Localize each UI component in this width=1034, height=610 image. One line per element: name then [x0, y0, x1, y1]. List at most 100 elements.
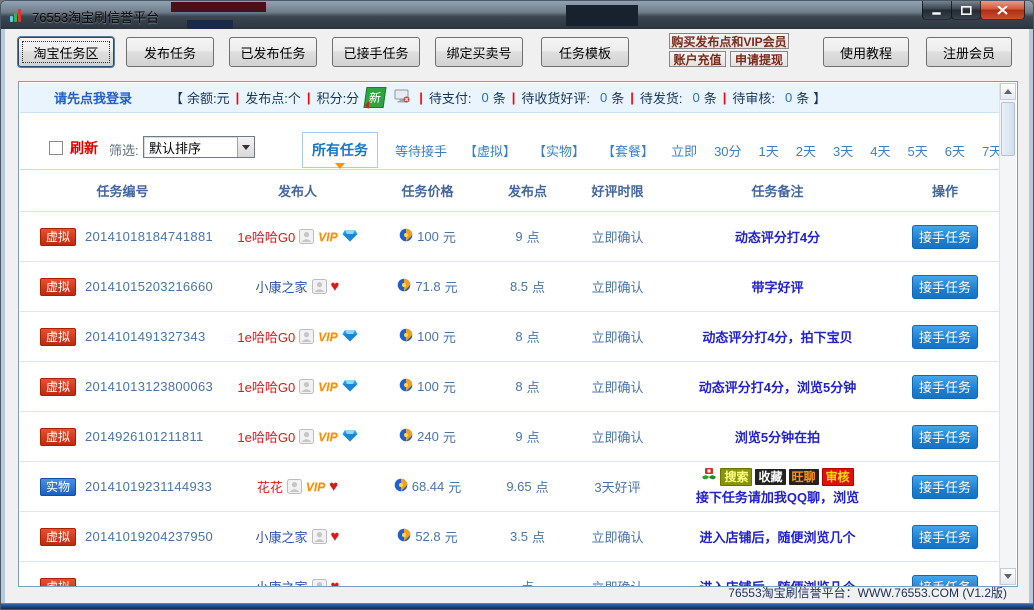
minimize-button[interactable] [922, 1, 952, 20]
action-cell: 接手任务 [890, 325, 1000, 349]
task-remark: 带字好评 [751, 277, 803, 296]
scrollbar-thumb[interactable] [1001, 102, 1015, 156]
points-unit: 点 [536, 477, 549, 496]
take-task-button[interactable]: 接手任务 [912, 425, 978, 449]
scroll-down-arrow[interactable] [1000, 568, 1016, 585]
counter-value: 0 [779, 90, 792, 105]
refresh-checkbox[interactable] [49, 141, 63, 155]
toolbar-button[interactable]: 任务模板 [541, 37, 629, 67]
deadline-cell: 3天好评 [570, 477, 665, 496]
task-tab[interactable]: 【实物】 [533, 141, 585, 160]
task-tab[interactable]: 4天 [870, 141, 890, 160]
action-cell: 接手任务 [890, 475, 1000, 499]
task-tab[interactable]: 立即 [671, 141, 697, 160]
window-controls [923, 1, 1025, 20]
task-tab[interactable]: 30分 [714, 141, 741, 160]
deadline-value: 立即确认 [591, 327, 643, 346]
diamond-icon [342, 329, 358, 345]
price-value: 68.44 [412, 479, 445, 494]
action-cell: 接手任务 [890, 275, 1000, 299]
redaction-block [566, 5, 638, 26]
counter-unit: 条 [704, 88, 717, 107]
computer-icon[interactable] [394, 89, 410, 106]
task-tab[interactable]: 2天 [796, 141, 816, 160]
task-tab[interactable]: 6天 [945, 141, 965, 160]
take-task-button[interactable]: 接手任务 [912, 375, 978, 399]
take-task-button[interactable]: 接手任务 [912, 275, 978, 299]
tab-all-tasks-active[interactable]: 所有任务 [302, 132, 378, 168]
avatar-icon[interactable] [299, 429, 314, 444]
toolbar-button[interactable]: 注册会员 [926, 37, 1012, 67]
vertical-scrollbar[interactable] [999, 83, 1016, 585]
task-tab[interactable]: 3天 [833, 141, 853, 160]
title-bar: 76553淘宝刷信誉平台 [1, 1, 1033, 29]
points-cell: 9点 [485, 427, 570, 446]
remark-badges: 搜索收藏旺聊审核 [701, 467, 853, 488]
task-id-cell: 实物20141019231144933 [20, 478, 225, 496]
task-tab[interactable]: 5天 [907, 141, 927, 160]
heart-icon: ♥ [331, 529, 340, 544]
deadline-cell: 立即确认 [570, 527, 665, 546]
task-type-badge: 虚拟 [40, 228, 76, 246]
task-tab[interactable]: 1天 [759, 141, 779, 160]
task-tab[interactable]: 【虚拟】 [464, 141, 516, 160]
remark-badge: 收藏 [755, 469, 785, 485]
avatar-icon[interactable] [287, 479, 302, 494]
toolbar-button[interactable]: 已发布任务 [229, 37, 317, 67]
chevron-down-icon[interactable] [237, 137, 254, 157]
login-link[interactable]: 请先点我登录 [54, 88, 132, 107]
price-value: 100 [417, 379, 439, 394]
avatar-icon[interactable] [312, 279, 327, 294]
avatar-icon[interactable] [299, 329, 314, 344]
task-id: 2014926101211811 [85, 429, 204, 444]
toolbar-button[interactable]: 已接手任务 [332, 37, 420, 67]
toolbar-button[interactable]: 使用教程 [823, 37, 909, 67]
price-unit: 元 [443, 377, 456, 396]
app-window: 76553淘宝刷信誉平台 淘宝任务区发布任务已发布任务已接手任务绑定买卖号任务模… [0, 0, 1034, 610]
toolbar-button[interactable]: 发布任务 [126, 37, 214, 67]
recharge-button[interactable]: 账户充值 [669, 51, 726, 67]
publisher-name: 1e哈哈G0 [237, 327, 295, 346]
remark-cell: 进入店铺后，随便浏览几个 [665, 527, 890, 546]
points-unit: 点 [527, 427, 540, 446]
table-row: 虚拟201410131238000631e哈哈G0VIP100元8点立即确认动态… [20, 362, 1000, 412]
points-value: 9 [515, 429, 522, 444]
account-segment: 余额:元 [187, 88, 230, 107]
diamond-icon [342, 429, 358, 445]
deadline-value: 立即确认 [591, 527, 643, 546]
take-task-button[interactable]: 接手任务 [912, 475, 978, 499]
table-header: 任务编号发布人任务价格发布点好评时限任务备注操作 [20, 172, 1000, 212]
publisher-name: 小康之家 [256, 527, 308, 546]
coin-icon [394, 478, 408, 495]
buy-points-vip-button[interactable]: 购买发布点和VIP会员 [669, 33, 789, 49]
take-task-button[interactable]: 接手任务 [912, 225, 978, 249]
toolbar-button[interactable]: 绑定买卖号 [435, 37, 523, 67]
deadline-value: 立即确认 [591, 277, 643, 296]
sort-select[interactable]: 默认排序 [143, 136, 255, 158]
table-row: 虚拟20141019204237950小康之家♥52.8元3.5点立即确认进入店… [20, 512, 1000, 562]
avatar-icon[interactable] [312, 529, 327, 544]
scroll-up-arrow[interactable] [1000, 83, 1016, 100]
avatar-icon[interactable] [299, 379, 314, 394]
avatar-icon[interactable] [299, 229, 314, 244]
task-tab[interactable]: 【套餐】 [602, 141, 654, 160]
take-task-button[interactable]: 接手任务 [912, 525, 978, 549]
remark-cell: 带字好评 [665, 277, 890, 296]
task-tab[interactable]: 等待接手 [395, 141, 447, 160]
close-button[interactable] [980, 1, 1025, 20]
publisher-cell: 1e哈哈G0VIP [225, 327, 370, 346]
price-unit: 元 [443, 427, 456, 446]
bracket: 】 [813, 88, 826, 107]
task-remark: 动态评分打4分 [735, 227, 820, 246]
task-id: 2014101491327343 [85, 329, 205, 344]
table-row: 虚拟小康之家♥点立即确认进入店铺后，随便浏览几个接手任务 [20, 562, 1000, 587]
withdraw-button[interactable]: 申请提现 [730, 51, 788, 67]
maximize-button[interactable] [951, 1, 981, 20]
status-text: 76553淘宝刷信誉平台：WWW.76553.COM (V1.2版) [728, 586, 1007, 600]
toolbar-button[interactable]: 淘宝任务区 [18, 37, 114, 67]
task-id-cell: 虚拟2014926101211811 [20, 428, 225, 446]
column-header: 好评时限 [570, 172, 665, 212]
take-task-button[interactable]: 接手任务 [912, 325, 978, 349]
heart-icon: ♥ [331, 279, 340, 294]
remark-badge: 旺聊 [789, 469, 819, 485]
